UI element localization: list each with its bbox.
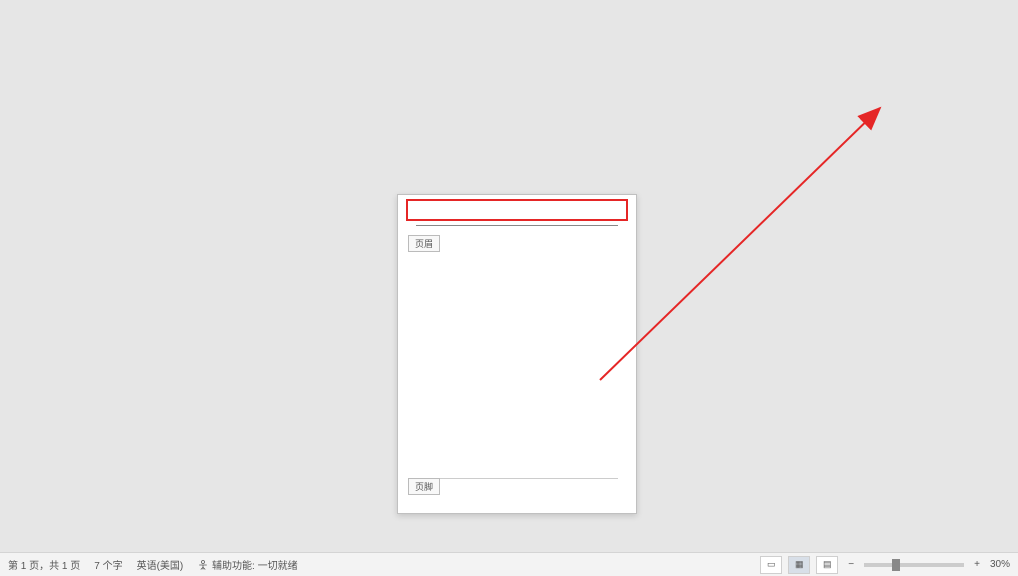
zoom-level[interactable]: 30%	[990, 559, 1010, 570]
zoom-out-button[interactable]: −	[844, 559, 858, 570]
status-words[interactable]: 7 个字	[94, 557, 122, 572]
status-accessibility[interactable]: 辅助功能: 一切就绪	[197, 557, 297, 572]
zoom-slider[interactable]	[864, 563, 964, 567]
status-page[interactable]: 第 1 页，共 1 页	[8, 557, 80, 572]
view-web-layout[interactable]: ▤	[816, 556, 838, 574]
status-language[interactable]: 英语(美国)	[137, 557, 184, 572]
view-read-mode[interactable]: ▭	[760, 556, 782, 574]
header-edit-zone[interactable]	[406, 199, 628, 221]
footer-tag: 页脚	[408, 478, 440, 495]
footer-separator	[416, 478, 618, 479]
document-page[interactable]: 页眉 页脚	[397, 194, 637, 514]
document-canvas[interactable]: 页眉 页脚	[0, 0, 1018, 552]
header-separator	[416, 225, 618, 226]
zoom-in-button[interactable]: +	[970, 559, 984, 570]
view-print-layout[interactable]: ▦	[788, 556, 810, 574]
header-tag: 页眉	[408, 235, 440, 252]
